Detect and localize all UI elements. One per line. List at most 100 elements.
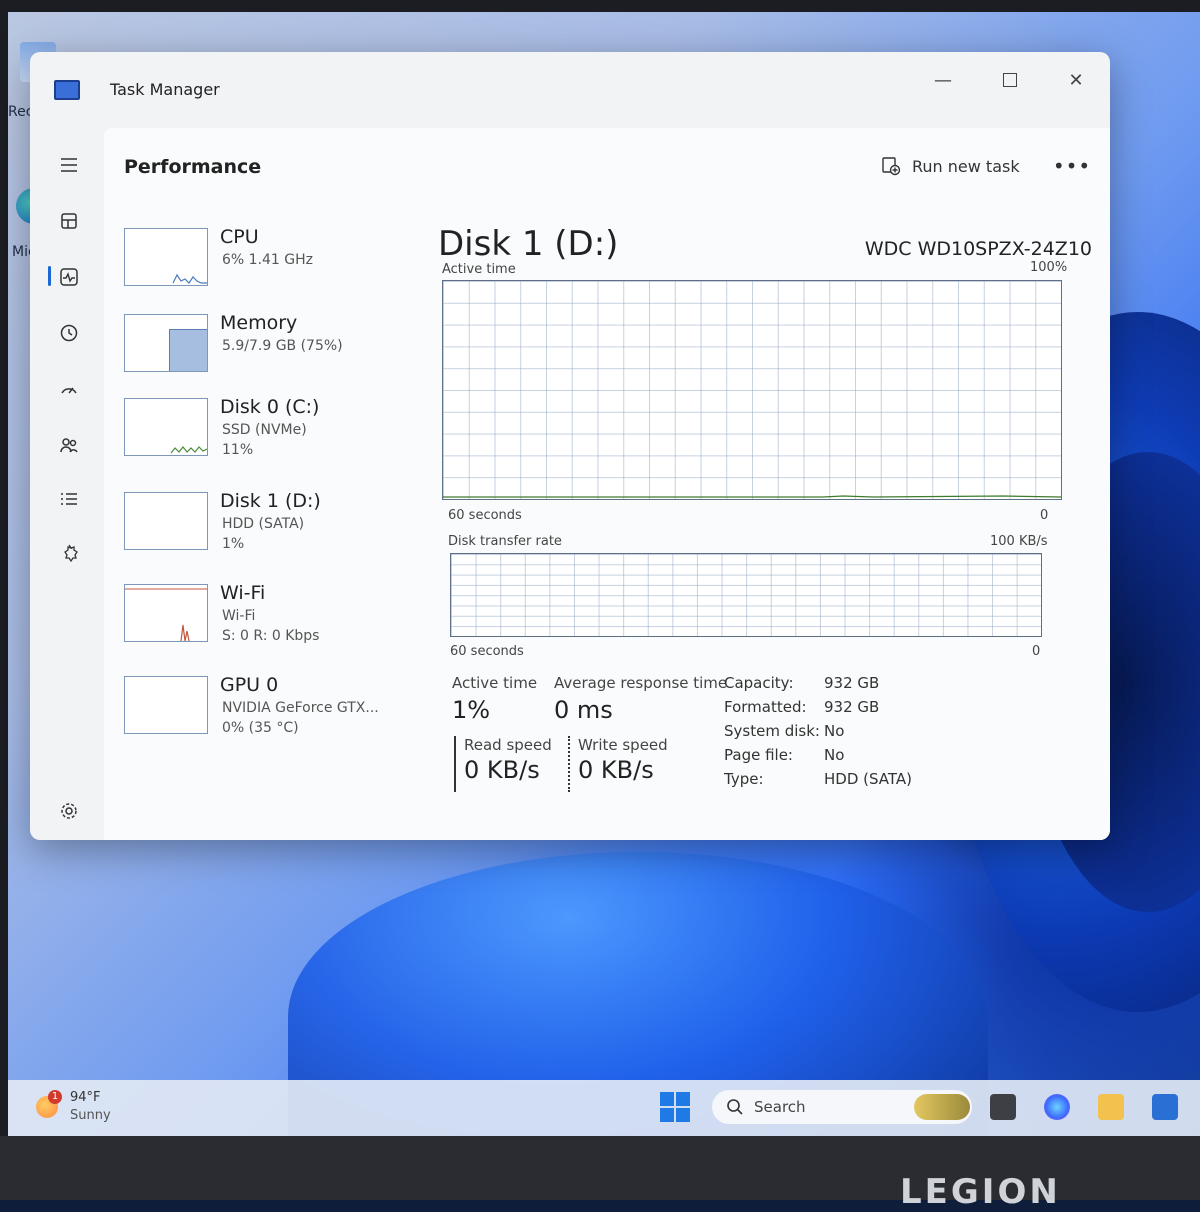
info-key: System disk: [724,722,820,740]
wifi-thumbnail-graph [124,584,208,642]
device-name: GPU 0 [220,674,279,696]
disk1-thumbnail-graph [124,492,208,550]
device-name: Memory [220,312,298,334]
start-button[interactable] [660,1092,690,1122]
device-usage: S: 0 R: 0 Kbps [222,628,320,644]
notification-badge: 1 [48,1090,62,1104]
info-key: Formatted: [724,698,807,716]
info-value: 932 GB [824,698,880,716]
cpu-sparkline [172,273,207,284]
device-detail: HDD (SATA) [222,516,305,532]
device-name: Disk 1 (D:) [220,490,321,512]
nav-services[interactable] [52,536,86,570]
weather-temp: 94°F [70,1090,101,1105]
windows-logo-icon [660,1092,674,1106]
nav-performance[interactable] [52,260,86,294]
graph-max-label: 100 KB/s [990,534,1048,549]
taskbar: 1 94°F Sunny Search [8,1080,1200,1136]
nav-details[interactable] [52,482,86,516]
page-title: Performance [124,156,262,178]
device-detail: Wi-Fi [222,608,256,624]
disk-model: WDC WD10SPZX-24Z10 [864,238,1092,260]
store-icon[interactable] [1152,1094,1178,1120]
graph-xlabel: 60 seconds [450,644,524,659]
disk-title: Disk 1 (D:) [438,224,619,264]
window-title: Task Manager [110,80,220,99]
device-memory[interactable]: Memory 5.9/7.9 GB (75%) [124,312,414,386]
maximize-button[interactable] [982,60,1038,100]
device-detail: 5.9/7.9 GB (75%) [222,338,343,354]
active-time-graph [442,280,1062,500]
minimize-button[interactable]: — [915,60,971,100]
hamburger-icon [61,158,77,172]
file-explorer-icon[interactable] [1098,1094,1124,1120]
nav-rail [30,128,104,840]
info-key: Page file: [724,746,793,764]
graph-label: Disk transfer rate [448,534,562,549]
graph-max-label: 100% [1030,260,1068,275]
write-speed-value: 0 KB/s [578,756,654,784]
title-bar[interactable]: Task Manager — ✕ [30,52,1110,128]
device-usage: 0% (35 °C) [222,720,299,736]
read-speed: Read speed 0 KB/s [454,736,554,792]
windows-logo-icon [660,1108,674,1122]
read-speed-value: 0 KB/s [464,756,540,784]
device-gpu0[interactable]: GPU 0 NVIDIA GeForce GTX... 0% (35 °C) [124,674,414,748]
gpu-thumbnail-graph [124,676,208,734]
device-cpu[interactable]: CPU 6% 1.41 GHz [124,226,414,300]
minimize-icon: — [934,69,952,91]
active-time-value: 1% [452,696,491,724]
cpu-thumbnail-graph [124,228,208,286]
copilot-icon[interactable] [1044,1094,1070,1120]
disk-detail-pane: Disk 1 (D:) WDC WD10SPZX-24Z10 Active ti… [430,128,1110,840]
nav-settings[interactable] [52,794,86,828]
active-time-label: Active time [452,674,538,692]
weather-widget[interactable]: 1 94°F Sunny [28,1090,148,1130]
weather-condition: Sunny [70,1108,111,1123]
info-value: No [824,746,845,764]
transfer-rate-graph [450,553,1042,637]
nav-users[interactable] [52,428,86,462]
read-speed-label: Read speed [464,736,552,754]
device-name: CPU [220,226,259,248]
processes-icon [61,213,77,229]
graph-min-label: 0 [1040,508,1049,523]
close-button[interactable]: ✕ [1048,60,1104,100]
task-view-icon[interactable] [990,1094,1016,1120]
device-detail: SSD (NVMe) [222,422,307,438]
brand-logo: LEGION [900,1172,1061,1212]
windows-logo-icon [676,1092,690,1106]
nav-processes[interactable] [52,204,86,238]
device-wifi[interactable]: Wi-Fi Wi-Fi S: 0 R: 0 Kbps [124,582,414,656]
details-icon [61,493,77,505]
search-highlight-icon [914,1094,970,1120]
info-value: No [824,722,845,740]
avg-response-label: Average response time [554,674,728,692]
performance-icon [60,268,78,286]
nav-app-history[interactable] [52,316,86,350]
nav-startup-apps[interactable] [52,372,86,406]
app-history-icon [60,324,78,342]
task-manager-icon [54,80,80,100]
windows-logo-icon [676,1108,690,1122]
services-icon [64,544,78,563]
task-manager-window: Task Manager — ✕ Performance Run new tas… [30,52,1110,840]
info-key: Type: [724,770,764,788]
disk0-thumbnail-graph [124,398,208,456]
active-time-line [443,495,1061,498]
device-disk1[interactable]: Disk 1 (D:) HDD (SATA) 1% [124,490,414,564]
avg-response-value: 0 ms [554,696,613,724]
write-speed: Write speed 0 KB/s [568,736,668,792]
performance-panel: Performance Run new task ••• CPU 6% 1.41… [104,128,1110,840]
device-detail: NVIDIA GeForce GTX... [222,700,379,716]
graph-min-label: 0 [1032,644,1041,659]
disk0-sparkline [170,446,207,454]
device-disk0[interactable]: Disk 0 (C:) SSD (NVMe) 11% [124,396,414,470]
bezel-left [0,0,8,1200]
memory-thumbnail-graph [124,314,208,372]
hamburger-menu-button[interactable] [52,148,86,182]
search-icon [727,1099,743,1115]
bezel-top [0,0,1200,12]
maximize-icon [1003,73,1017,87]
info-value: HDD (SATA) [824,770,913,788]
